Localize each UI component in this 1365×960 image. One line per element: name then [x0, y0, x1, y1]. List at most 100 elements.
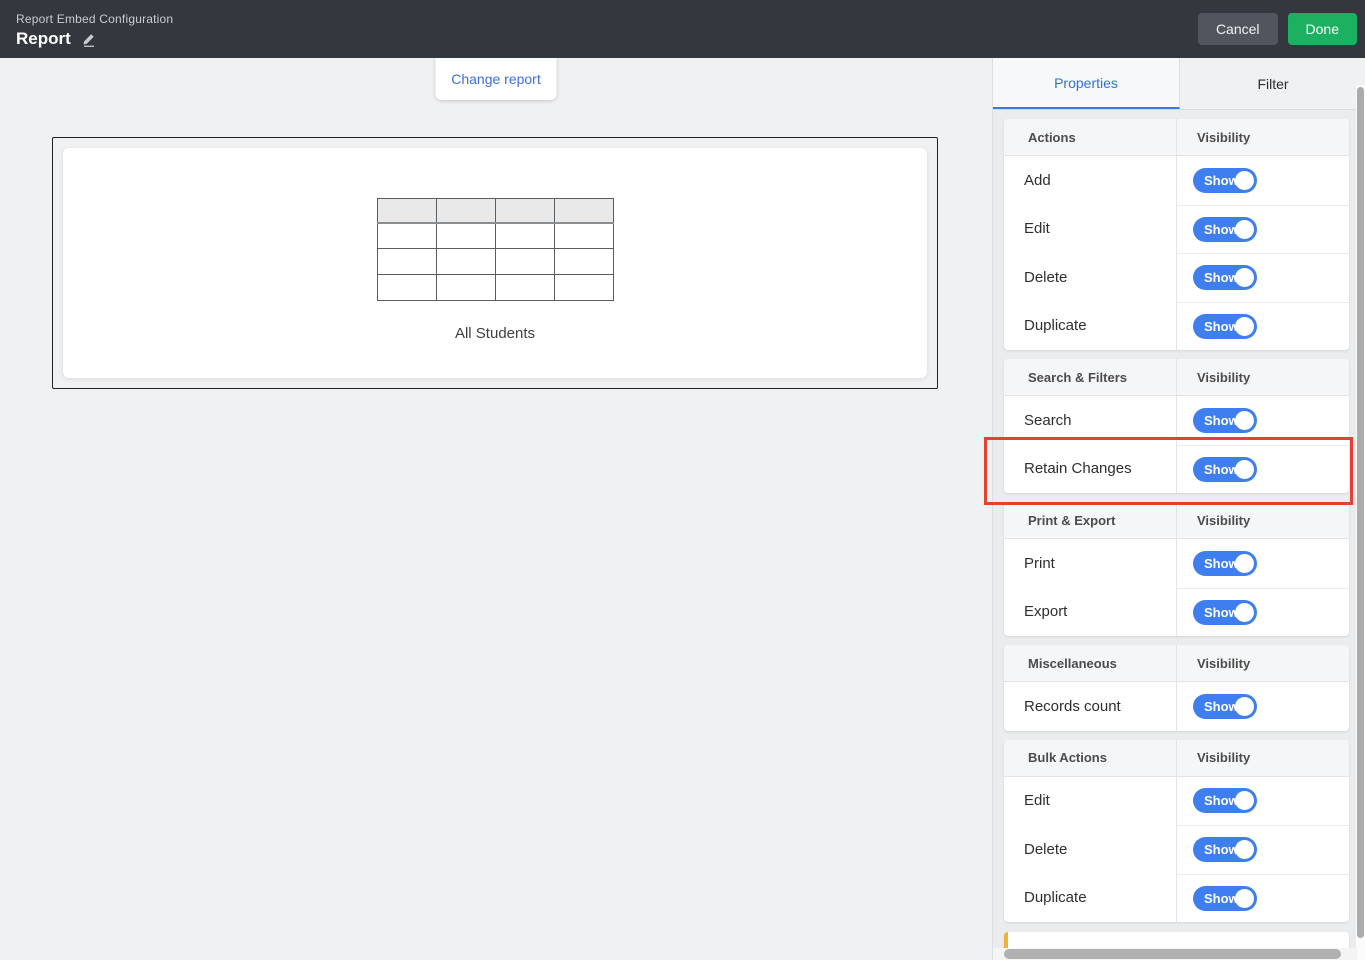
- report-canvas: Change report All Students: [0, 58, 992, 960]
- row-label: Export: [1004, 588, 1176, 637]
- visibility-header: Visibility: [1176, 359, 1349, 395]
- row-visibility-cell: Show: [1176, 302, 1349, 351]
- toggle-knob: [1235, 697, 1254, 716]
- visibility-toggle[interactable]: Show: [1193, 457, 1257, 482]
- property-row: Duplicate Show: [1004, 874, 1349, 923]
- row-label: Duplicate: [1004, 302, 1176, 351]
- section-title: Miscellaneous: [1004, 645, 1176, 681]
- property-row: Print Show: [1004, 539, 1349, 588]
- toggle-label: Show: [1204, 222, 1239, 237]
- toggle-label: Show: [1204, 413, 1239, 428]
- section-title: Print & Export: [1004, 502, 1176, 538]
- section-card: Print & Export Visibility Print Show Exp…: [1004, 502, 1349, 636]
- visibility-toggle[interactable]: Show: [1193, 694, 1257, 719]
- row-visibility-cell: Show: [1176, 396, 1349, 445]
- section-card: Actions Visibility Add Show Edit Show De…: [1004, 119, 1349, 350]
- section-header: Miscellaneous Visibility: [1004, 645, 1349, 682]
- visibility-header: Visibility: [1176, 645, 1349, 681]
- section-header: Bulk Actions Visibility: [1004, 740, 1349, 777]
- vertical-scrollbar-track[interactable]: [1356, 85, 1365, 960]
- row-visibility-cell: Show: [1176, 874, 1349, 923]
- toggle-label: Show: [1204, 556, 1239, 571]
- row-label: Delete: [1004, 825, 1176, 874]
- section-card: Miscellaneous Visibility Records count S…: [1004, 645, 1349, 731]
- row-visibility-cell: Show: [1176, 588, 1349, 637]
- section-header: Actions Visibility: [1004, 119, 1349, 156]
- toggle-label: Show: [1204, 699, 1239, 714]
- toggle-knob: [1235, 171, 1254, 190]
- visibility-toggle[interactable]: Show: [1193, 837, 1257, 862]
- section-title: Search & Filters: [1004, 359, 1176, 395]
- report-preview-frame[interactable]: All Students: [52, 137, 938, 389]
- toggle-knob: [1235, 411, 1254, 430]
- property-row: Records count Show: [1004, 682, 1349, 731]
- row-label: Edit: [1004, 777, 1176, 826]
- toggle-label: Show: [1204, 793, 1239, 808]
- cancel-button[interactable]: Cancel: [1198, 13, 1278, 45]
- visibility-header: Visibility: [1176, 119, 1349, 155]
- edit-pencil-icon[interactable]: [81, 31, 97, 47]
- visibility-toggle[interactable]: Show: [1193, 408, 1257, 433]
- visibility-toggle[interactable]: Show: [1193, 886, 1257, 911]
- row-visibility-cell: Show: [1176, 539, 1349, 588]
- horizontal-scrollbar-track[interactable]: [993, 948, 1357, 960]
- property-row: Export Show: [1004, 588, 1349, 637]
- visibility-header: Visibility: [1176, 740, 1349, 776]
- toggle-knob: [1235, 840, 1254, 859]
- toggle-knob: [1235, 791, 1254, 810]
- toggle-label: Show: [1204, 173, 1239, 188]
- change-report-button[interactable]: Change report: [436, 58, 557, 100]
- properties-panel: Actions Visibility Add Show Edit Show De…: [993, 110, 1357, 960]
- property-row: Edit Show: [1004, 205, 1349, 254]
- row-label: Delete: [1004, 253, 1176, 302]
- property-row: Delete Show: [1004, 253, 1349, 302]
- property-row: Duplicate Show: [1004, 302, 1349, 351]
- row-label: Print: [1004, 539, 1176, 588]
- page-title: Report: [16, 29, 71, 49]
- row-visibility-cell: Show: [1176, 156, 1349, 205]
- toggle-label: Show: [1204, 842, 1239, 857]
- vertical-scrollbar-thumb[interactable]: [1357, 87, 1364, 938]
- toggle-label: Show: [1204, 605, 1239, 620]
- toggle-knob: [1235, 268, 1254, 287]
- section-card: Search & Filters Visibility Search Show …: [1004, 359, 1349, 493]
- section-header: Print & Export Visibility: [1004, 502, 1349, 539]
- row-visibility-cell: Show: [1176, 445, 1349, 494]
- visibility-header: Visibility: [1176, 502, 1349, 538]
- tab-properties[interactable]: Properties: [993, 58, 1180, 109]
- table-thumbnail-icon: [377, 198, 614, 301]
- row-label: Search: [1004, 396, 1176, 445]
- row-visibility-cell: Show: [1176, 682, 1349, 731]
- tab-filter[interactable]: Filter: [1180, 58, 1365, 109]
- visibility-toggle[interactable]: Show: [1193, 314, 1257, 339]
- property-row: Edit Show: [1004, 777, 1349, 826]
- row-label: Records count: [1004, 682, 1176, 731]
- visibility-toggle[interactable]: Show: [1193, 217, 1257, 242]
- visibility-toggle[interactable]: Show: [1193, 168, 1257, 193]
- row-label: Edit: [1004, 205, 1176, 254]
- section-card: Bulk Actions Visibility Edit Show Delete…: [1004, 740, 1349, 923]
- app-label: Report Embed Configuration: [16, 12, 173, 26]
- toggle-knob: [1235, 603, 1254, 622]
- toggle-knob: [1235, 317, 1254, 336]
- properties-sidebar: Properties Filter Actions Visibility Add…: [992, 58, 1365, 960]
- visibility-toggle[interactable]: Show: [1193, 265, 1257, 290]
- visibility-toggle[interactable]: Show: [1193, 788, 1257, 813]
- done-button[interactable]: Done: [1288, 13, 1357, 45]
- toggle-label: Show: [1204, 319, 1239, 334]
- toggle-label: Show: [1204, 270, 1239, 285]
- row-visibility-cell: Show: [1176, 777, 1349, 826]
- section-header: Search & Filters Visibility: [1004, 359, 1349, 396]
- toggle-knob: [1235, 554, 1254, 573]
- row-label: Duplicate: [1004, 874, 1176, 923]
- section-title: Bulk Actions: [1004, 740, 1176, 776]
- horizontal-scrollbar-thumb[interactable]: [1004, 949, 1341, 959]
- toggle-label: Show: [1204, 462, 1239, 477]
- visibility-toggle[interactable]: Show: [1193, 551, 1257, 576]
- visibility-toggle[interactable]: Show: [1193, 600, 1257, 625]
- row-label: Add: [1004, 156, 1176, 205]
- row-label: Retain Changes: [1004, 445, 1176, 494]
- toggle-knob: [1235, 220, 1254, 239]
- property-row: Delete Show: [1004, 825, 1349, 874]
- row-visibility-cell: Show: [1176, 253, 1349, 302]
